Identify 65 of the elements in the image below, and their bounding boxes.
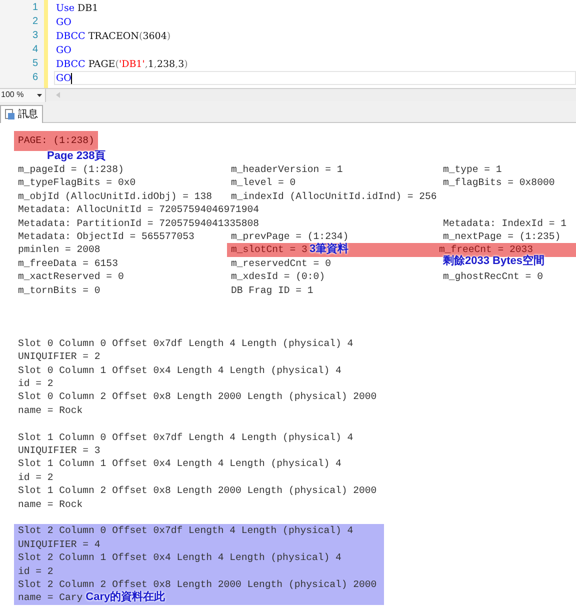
output-line: Slot 1 Column 1 Offset 0x4 Length 4 Length (physical) 4 [18,457,342,471]
line-number: 2 [32,16,38,27]
text-cursor [71,72,72,84]
output-line: Slot 2 Column 1 Offset 0x4 Length 4 Length (physical) 4 [18,551,342,565]
field-text: Metadata: ObjectId = 565577053 [18,230,194,244]
field-text: m_freeCnt = 2033 [439,243,534,256]
field-text: m_level = 0 [231,176,296,190]
field-text: m_xactReserved = 0 [18,270,124,284]
output-line: Slot 0 Column 2 Offset 0x8 Length 2000 Length (physical) 2000 [18,390,377,404]
code-line: GO [56,44,72,56]
output-line: id = 2 [18,377,54,390]
caret-icon [37,94,42,96]
annotation: 3筆資料 [309,243,349,257]
field-text: Metadata: PartitionId = 72057594041335808 [18,216,260,230]
annotation: 剩餘2033 Bytes空間 [443,254,544,268]
output-line: Slot 2 Column 0 Offset 0x7df Length 4 Length (physical) 4 [18,524,354,538]
field-text: pminlen = 2008 [18,243,100,257]
output-line: UNIQUIFIER = 2 [18,350,100,364]
field-text: m_reservedCnt = 0 [231,256,331,270]
field-text: m_ghostRecCnt = 0 [443,270,543,284]
line-number: 1 [32,2,38,13]
field-text: m_slotCnt = 3 [231,243,308,257]
code-line: DBCC TRACEON(3604) [56,30,171,42]
field-text: m_freeData = 6153 [18,256,118,270]
code-line: Use DB1 [56,2,98,14]
field-text: m_prevPage = (1:234) [231,230,349,242]
messages-tab[interactable]: 訊息 [0,105,43,123]
annotation: Cary的資料在此 [86,591,166,605]
field-text: m_type = 1 [443,163,502,176]
field-text: DB Frag ID = 1 [231,284,314,297]
document-icon [5,109,15,120]
output-line: id = 2 [18,470,54,484]
field-text: m_indexId (AllocUnitId.idInd) = 256 [231,190,437,204]
line-number: 4 [32,44,38,55]
field-text: Metadata: AllocUnitId = 72057594046971904 [18,203,260,217]
field-text: m_flagBits = 0x8000 [443,176,555,190]
field-text: m_headerVersion = 1 [231,163,343,176]
annotation: Page 238頁 [47,149,107,164]
output-line: Slot 1 Column 2 Offset 0x8 Length 2000 Length (physical) 2000 [18,484,377,498]
code-line: GO [56,16,72,28]
output-line: Slot 0 Column 0 Offset 0x7df Length 4 Length (physical) 4 [18,336,354,350]
output-line: Slot 2 Column 2 Offset 0x8 Length 2000 Length (physical) 2000 [18,578,377,590]
zoom-dropdown[interactable]: 100 % [0,88,46,102]
code-line: GO [56,72,72,84]
page-label: PAGE: (1:238) [18,134,94,148]
output-line: Slot 1 Column 0 Offset 0x7df Length 4 Length (physical) 4 [18,430,354,444]
line-number: 3 [32,30,38,41]
output-line: name = Cary [18,591,83,605]
field-text: m_tornBits = 0 [18,284,100,297]
line-number: 5 [32,58,38,69]
field-text: m_nextPage = (1:235) [443,230,561,244]
scroll-left-icon[interactable] [56,92,60,98]
output-line: name = Rock [18,404,83,418]
field-text: m_objId (AllocUnitId.idObj) = 138 [18,190,212,204]
output-line: Slot 0 Column 1 Offset 0x4 Length 4 Length (physical) 4 [18,364,342,378]
output-line: UNIQUIFIER = 4 [18,538,100,552]
field-text: m_xdesId = (0:0) [231,270,326,284]
field-text: m_typeFlagBits = 0x0 [18,176,136,190]
code-line: DBCC PAGE('DB1',1,238,3) [56,58,188,70]
output-line: UNIQUIFIER = 3 [18,444,100,458]
output-line: name = Rock [18,498,83,511]
output-line: id = 2 [18,564,54,578]
field-text: Metadata: IndexId = 1 [443,216,566,230]
line-number: 6 [32,72,38,83]
field-text: m_pageId = (1:238) [18,163,124,176]
